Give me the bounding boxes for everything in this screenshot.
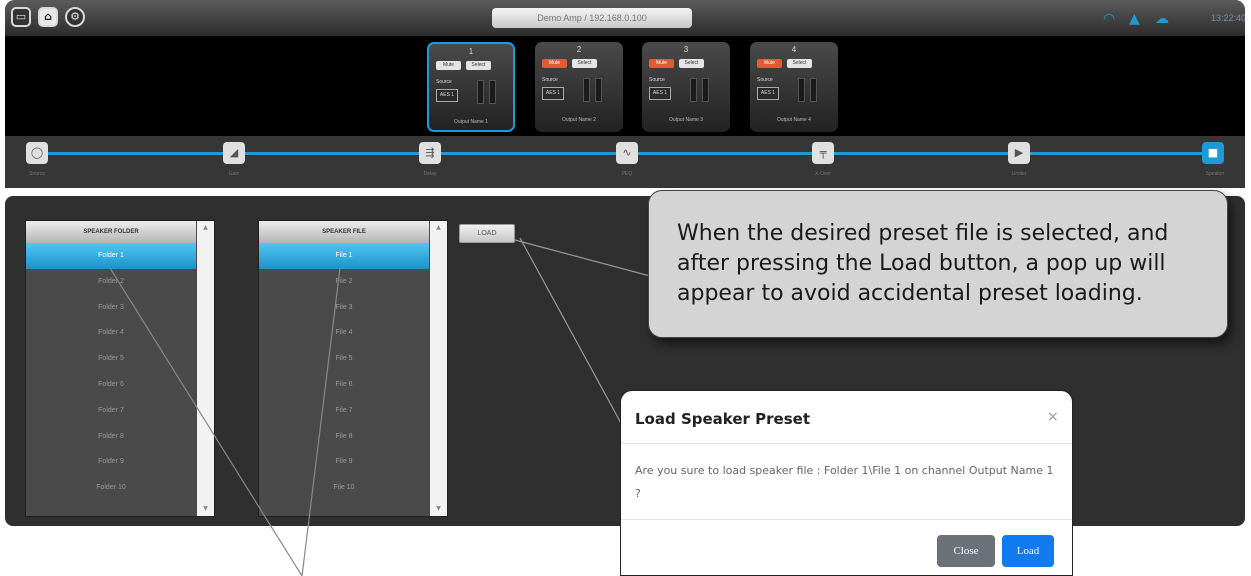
close-icon[interactable]: × xyxy=(1047,408,1059,426)
screenshot-frame: ▭ ⌂ ⚙ Demo Amp / 192.168.0.100 ◠ ▲ ☁ 13:… xyxy=(0,0,1251,576)
close-button[interactable]: Close xyxy=(937,535,995,567)
instruction-callout: When the desired preset file is selected… xyxy=(648,190,1228,338)
load-preset-dialog: Load Speaker Preset × Are you sure to lo… xyxy=(620,390,1073,576)
confirm-load-button[interactable]: Load xyxy=(1002,535,1054,567)
dialog-divider xyxy=(621,443,1072,444)
dialog-pointer-line xyxy=(519,237,623,426)
dialog-divider xyxy=(621,519,1072,520)
dialog-title: Load Speaker Preset xyxy=(635,410,810,428)
folder-pointer-line xyxy=(109,267,303,576)
dialog-message: Are you sure to load speaker file : Fold… xyxy=(635,464,1054,500)
callout-pointer-line xyxy=(514,239,651,277)
file-pointer-line xyxy=(301,267,341,576)
